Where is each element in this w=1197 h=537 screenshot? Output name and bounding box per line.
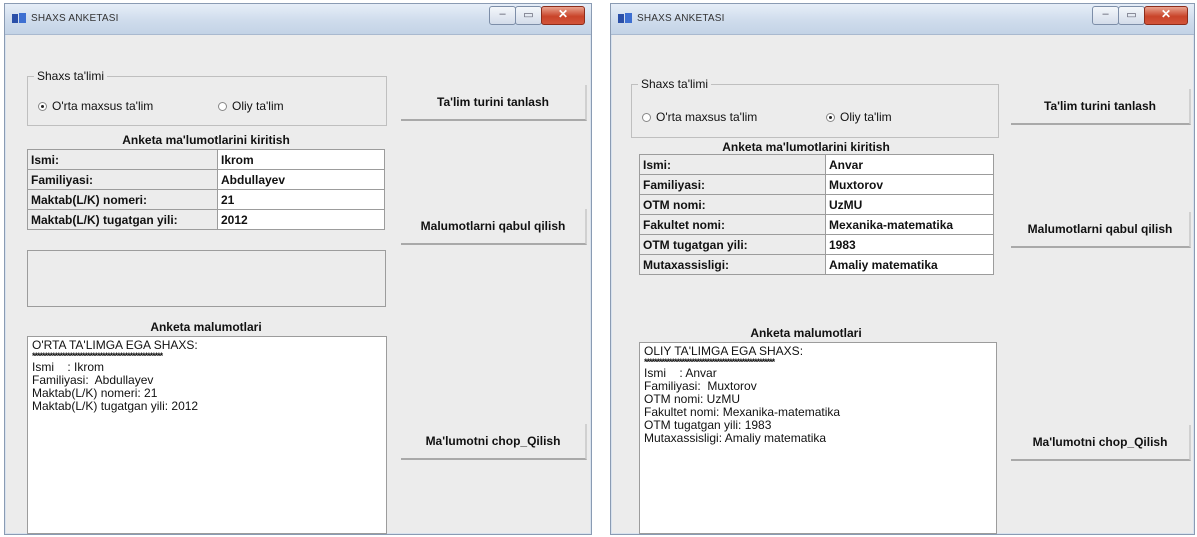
table-row: Ismi: Anvar — [639, 154, 994, 175]
field-label: OTM tugatgan yili: — [639, 234, 826, 255]
table-row: Maktab(L/K) nomeri: 21 — [27, 189, 385, 210]
memo-line: Mutaxassisligi: Amaliy matematika — [644, 431, 827, 445]
radio-higher-label: Oliy ta'lim — [840, 110, 892, 124]
memo-heading: Anketa malumotlari — [750, 326, 862, 340]
form-heading: Anketa ma'lumotlarini kiritish — [722, 140, 890, 154]
accept-data-button[interactable]: Malumotlarni qabul qilish — [1011, 212, 1191, 248]
window-right: SHAXS ANKETASI – ▭ ✕ Shaxs ta'limi O'rta… — [610, 3, 1195, 535]
choose-education-button[interactable]: Ta'lim turini tanlash — [401, 85, 587, 121]
close-button[interactable]: ✕ — [1144, 6, 1188, 25]
radio-higher-indicator[interactable] — [826, 112, 835, 122]
close-button[interactable]: ✕ — [541, 6, 585, 25]
title-bar[interactable]: SHAXS ANKETASI – ▭ ✕ — [611, 4, 1194, 35]
table-row: Maktab(L/K) tugatgan yili: 2012 — [27, 209, 385, 230]
field-label: Familiyasi: — [27, 169, 218, 190]
education-group: Shaxs ta'limi O'rta maxsus ta'lim Oliy t… — [631, 77, 999, 138]
close-icon: ✕ — [557, 7, 569, 21]
specialty-input[interactable]: Amaliy matematika — [825, 254, 994, 275]
education-group: Shaxs ta'limi O'rta maxsus ta'lim Oliy t… — [27, 69, 387, 126]
field-label: Maktab(L/K) tugatgan yili: — [27, 209, 218, 230]
print-data-button[interactable]: Ma'lumotni chop_Qilish — [1011, 425, 1191, 461]
field-label: Familiyasi: — [639, 174, 826, 195]
education-group-label: Shaxs ta'limi — [34, 69, 107, 83]
app-icon — [618, 13, 632, 23]
window-title: SHAXS ANKETASI — [31, 13, 119, 24]
radio-secondary-label: O'rta maxsus ta'lim — [656, 110, 758, 124]
school-number-input[interactable]: 21 — [217, 189, 385, 210]
maximize-button[interactable]: ▭ — [1118, 6, 1145, 25]
output-memo[interactable]: OLIY TA'LIMGA EGA SHAXS: ***************… — [639, 342, 997, 534]
window-title: SHAXS ANKETASI — [637, 13, 725, 24]
radio-secondary-indicator[interactable] — [642, 112, 651, 122]
maximize-icon: ▭ — [1126, 9, 1137, 21]
table-row: Ismi: Ikrom — [27, 149, 385, 170]
radio-higher-indicator[interactable] — [218, 101, 227, 111]
choose-education-button[interactable]: Ta'lim turini tanlash — [1011, 89, 1191, 125]
field-label: Ismi: — [639, 154, 826, 175]
table-row: OTM nomi: UzMU — [639, 194, 994, 215]
name-input[interactable]: Anvar — [825, 154, 994, 175]
close-icon: ✕ — [1160, 7, 1172, 21]
radio-secondary[interactable]: O'rta maxsus ta'lim — [642, 110, 757, 124]
title-bar[interactable]: SHAXS ANKETASI – ▭ ✕ — [5, 4, 591, 35]
field-label: Ismi: — [27, 149, 218, 170]
field-label: Fakultet nomi: — [639, 214, 826, 235]
field-label: Mutaxassisligi: — [639, 254, 826, 275]
maximize-button[interactable]: ▭ — [515, 6, 542, 25]
faculty-input[interactable]: Mexanika-matematika — [825, 214, 994, 235]
table-row: Familiyasi: Muxtorov — [639, 174, 994, 195]
maximize-icon: ▭ — [523, 9, 534, 21]
radio-secondary[interactable]: O'rta maxsus ta'lim — [38, 99, 153, 113]
minimize-button[interactable]: – — [1092, 6, 1119, 25]
name-input[interactable]: Ikrom — [217, 149, 385, 170]
table-row: Fakultet nomi: Mexanika-matematika — [639, 214, 994, 235]
table-row: OTM tugatgan yili: 1983 — [639, 234, 994, 255]
app-icon — [12, 13, 26, 23]
form-heading: Anketa ma'lumotlarini kiritish — [122, 133, 290, 147]
minimize-icon: – — [499, 8, 506, 20]
table-row: Familiyasi: Abdullayev — [27, 169, 385, 190]
radio-secondary-indicator[interactable] — [38, 101, 47, 111]
field-label: Maktab(L/K) nomeri: — [27, 189, 218, 210]
accept-data-button[interactable]: Malumotlarni qabul qilish — [401, 209, 587, 245]
minimize-icon: – — [1102, 8, 1109, 20]
window-left: SHAXS ANKETASI – ▭ ✕ Shaxs ta'limi O'rta… — [4, 3, 592, 535]
empty-input-area — [27, 250, 386, 307]
graduation-year-input[interactable]: 2012 — [217, 209, 385, 230]
minimize-button[interactable]: – — [489, 6, 516, 25]
surname-input[interactable]: Muxtorov — [825, 174, 994, 195]
radio-higher[interactable]: Oliy ta'lim — [218, 99, 284, 113]
input-table: Ismi: Ikrom Familiyasi: Abdullayev Makta… — [27, 149, 385, 230]
university-input[interactable]: UzMU — [825, 194, 994, 215]
memo-heading: Anketa malumotlari — [150, 320, 262, 334]
print-data-button[interactable]: Ma'lumotni chop_Qilish — [401, 424, 587, 460]
radio-secondary-label: O'rta maxsus ta'lim — [52, 99, 154, 113]
education-group-label: Shaxs ta'limi — [638, 77, 711, 91]
table-row: Mutaxassisligi: Amaliy matematika — [639, 254, 994, 275]
field-label: OTM nomi: — [639, 194, 826, 215]
radio-higher-label: Oliy ta'lim — [232, 99, 284, 113]
output-memo[interactable]: O'RTA TA'LIMGA EGA SHAXS: **************… — [27, 336, 387, 534]
graduation-year-input[interactable]: 1983 — [825, 234, 994, 255]
input-table: Ismi: Anvar Familiyasi: Muxtorov OTM nom… — [639, 154, 994, 275]
memo-line: Maktab(L/K) tugatgan yili: 2012 — [32, 399, 199, 413]
surname-input[interactable]: Abdullayev — [217, 169, 385, 190]
radio-higher[interactable]: Oliy ta'lim — [826, 110, 892, 124]
